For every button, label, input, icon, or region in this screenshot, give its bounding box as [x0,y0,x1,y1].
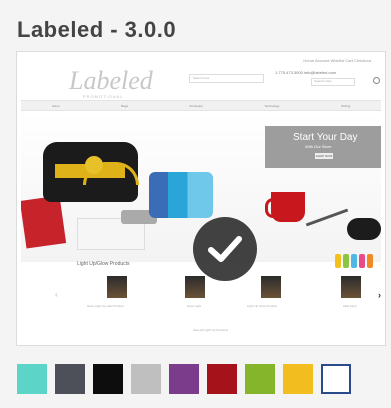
preview-product-thumb [107,276,127,298]
swatch-turquoise[interactable] [17,364,47,394]
preview-hero-promo: Start Your Day With Our Store SHOP NOW [265,126,381,168]
color-swatches [17,364,351,394]
preview-nav-item: Technology [264,103,280,108]
swatch-yellow[interactable] [283,364,313,394]
preview-nav-item: Writing [340,103,351,108]
product-red-notepad [21,195,67,249]
product-lighters [335,254,373,268]
product-red-mug [271,192,305,222]
swatch-purple[interactable] [169,364,199,394]
preview-product-thumb [341,276,361,298]
preview-product-thumb [185,276,205,298]
preview-search-box-2: Search entire [311,78,355,86]
preview-site: Home Account Wishlist Cart Checkout Labe… [21,56,381,341]
chevron-left-icon: ‹ [55,290,58,299]
preview-topbar-links: Home Account Wishlist Cart Checkout [303,58,371,63]
preview-logo-sub: PROMOTIONAL [83,94,124,99]
preview-contact: 1.775.473.3000 info@labeled.com [275,70,336,75]
swatch-black[interactable] [93,364,123,394]
preview-nav-item: Drinkware [189,103,203,108]
preview-nav: Home Bags Drinkware Technology Writing [21,100,381,111]
preview-nav-item: Home [51,103,60,108]
preview-search-icon [373,77,380,84]
preview-search-box: Search here [189,74,264,83]
swatch-white[interactable] [321,364,351,394]
swatch-silver[interactable] [131,364,161,394]
preview-view-all-link: View All Light Up Products [193,328,229,332]
theme-title: Labeled - 3.0.0 [17,17,177,42]
swatch-charcoal[interactable] [55,364,85,394]
product-tshirts [149,172,213,218]
theme-preview[interactable]: Home Account Wishlist Cart Checkout Labe… [16,51,386,346]
swatch-green[interactable] [245,364,275,394]
product-pen [305,208,349,227]
preview-nav-item: Bags [121,103,128,108]
checkmark-icon [193,217,257,281]
preview-logo: Labeled [69,66,153,95]
preview-products-title: Light Up/Glow Products [77,261,130,267]
swatch-crimson[interactable] [207,364,237,394]
product-duffel-bag [43,142,139,202]
product-speaker [347,218,381,240]
chevron-right-icon: › [378,290,381,300]
preview-product-thumb [261,276,281,298]
